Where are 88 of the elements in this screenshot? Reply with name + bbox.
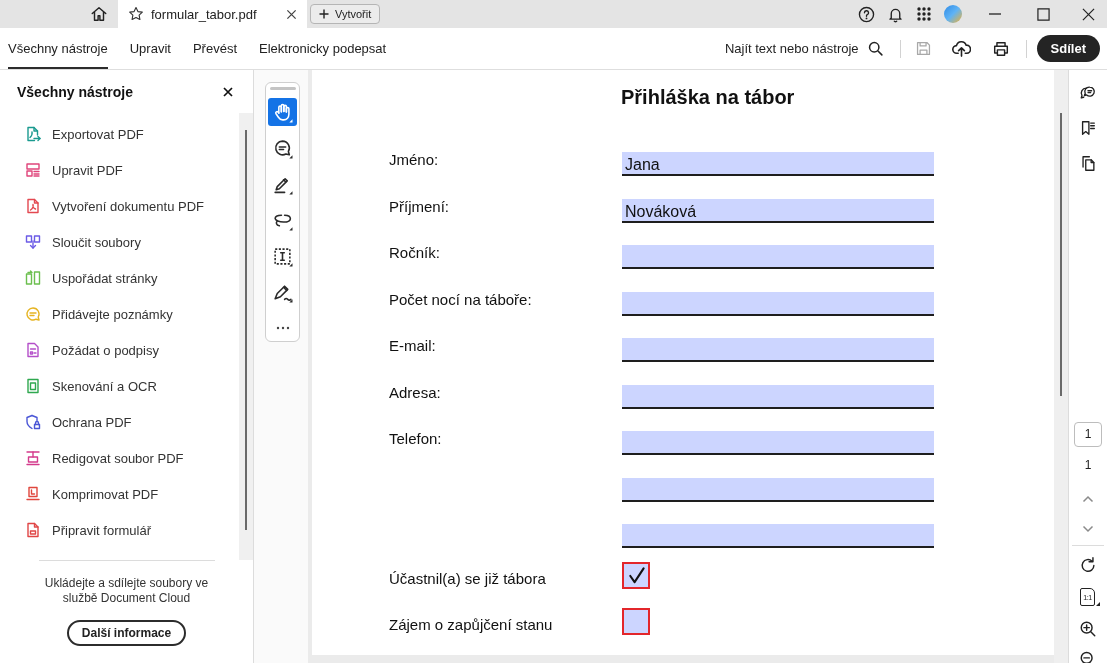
printer-icon[interactable] [991, 39, 1010, 58]
tool-list-item[interactable]: Uspořádat stránky [0, 260, 239, 296]
apps-grid-icon[interactable] [916, 6, 932, 22]
copy-pages-icon[interactable] [1079, 154, 1097, 172]
text-field[interactable] [622, 384, 934, 409]
pdf-file-icon [25, 198, 41, 214]
maximize-icon[interactable] [1036, 7, 1050, 21]
star-icon[interactable] [128, 6, 144, 22]
layout-icon [25, 162, 41, 178]
comment-icon [25, 306, 41, 322]
text-field[interactable]: Jana [622, 152, 934, 176]
drag-handle[interactable] [269, 87, 296, 90]
chevron-up-icon[interactable] [1082, 493, 1094, 505]
scan-icon [25, 378, 41, 394]
form-icon [25, 522, 41, 538]
tool-list-item[interactable]: Komprimovat PDF [0, 476, 239, 512]
search-icon [866, 40, 884, 57]
rotate-icon[interactable] [1079, 556, 1097, 574]
page-count: 1 [1084, 458, 1092, 472]
pages-icon [25, 270, 41, 286]
field-label: Příjmení: [389, 197, 449, 215]
text-field[interactable] [622, 477, 934, 502]
chevron-down-icon[interactable] [1082, 523, 1094, 535]
tool-list-item[interactable]: Přidávejte poznámky [0, 296, 239, 332]
page-number-field[interactable]: 1 [1074, 422, 1102, 447]
checkbox[interactable] [622, 561, 650, 589]
scrollbar[interactable] [1054, 70, 1068, 663]
hand-tool-button[interactable] [268, 98, 297, 126]
zoom-in-icon[interactable] [1079, 620, 1097, 638]
text-field[interactable] [622, 291, 934, 316]
merge-files-icon [25, 234, 41, 250]
field-label: Účastnil(a) se již tábora [389, 569, 546, 587]
promo-text: Ukládejte a sdílejte soubory ve službě Document Cloud [43, 576, 210, 606]
close-icon[interactable] [1081, 7, 1095, 21]
tool-list-item[interactable]: Ochrana PDF [0, 404, 239, 440]
text-field[interactable] [622, 524, 934, 548]
field-label: Zájem o zapůjčení stanu [389, 616, 553, 633]
bookmark-list-icon[interactable] [1079, 119, 1097, 137]
shield-lock-icon [25, 414, 41, 430]
compress-icon [25, 486, 41, 502]
tool-list-item[interactable]: Požádat o podpisy [0, 332, 239, 368]
form-title: Přihláška na tábor [621, 85, 795, 109]
close-icon[interactable] [286, 8, 297, 20]
redact-icon [25, 450, 41, 466]
more-icon[interactable] [275, 326, 290, 330]
text-field[interactable]: Nováková [622, 198, 934, 223]
close-icon[interactable] [223, 86, 233, 97]
text-select-icon [272, 245, 293, 267]
tool-list-item[interactable]: Exportovat PDF [0, 116, 239, 152]
field-label: Jméno: [389, 151, 439, 168]
learn-more-button[interactable]: Další informace [66, 620, 187, 646]
find-button[interactable]: Najít text nebo nástroje [724, 40, 884, 57]
field-label: E-mail: [389, 337, 436, 354]
tool-list-item[interactable]: Připravit formulář [0, 512, 239, 548]
comment-icon[interactable] [1079, 84, 1097, 102]
signature-request-icon [25, 342, 41, 358]
menu-tab[interactable]: Elektronicky podepsat [259, 28, 387, 69]
text-field[interactable] [622, 338, 934, 362]
text-field[interactable] [622, 245, 934, 269]
home-icon[interactable] [90, 5, 108, 23]
field-label: Počet nocí na táboře: [389, 290, 532, 308]
field-label: Ročník: [389, 244, 440, 261]
create-button[interactable]: Vytvořit [310, 4, 381, 24]
check-icon [626, 565, 646, 585]
help-icon[interactable] [858, 5, 875, 23]
tool-list-item[interactable]: Vytvoření dokumentu PDF [0, 188, 239, 224]
scrollbar-thumb[interactable] [1060, 113, 1062, 396]
tool-list-item[interactable]: Sloučit soubory [0, 224, 239, 260]
panel-title: Všechny nástroje [17, 83, 133, 100]
checkbox[interactable] [622, 608, 650, 635]
hand-icon [272, 101, 293, 123]
menu-tab[interactable]: Upravit [129, 28, 171, 69]
menu-tab[interactable]: Převést [192, 28, 237, 69]
file-export-icon [25, 126, 41, 142]
text-field[interactable] [622, 431, 934, 455]
tool-list-item[interactable]: Skenování a OCR [0, 368, 239, 404]
cloud-upload-icon[interactable] [951, 39, 971, 58]
share-button[interactable]: Sdílet [1036, 35, 1100, 62]
document-tab[interactable]: formular_tabor.pdf [118, 0, 307, 28]
comment-icon [272, 137, 293, 159]
field-label: Telefon: [389, 430, 442, 447]
field-label: Adresa: [389, 383, 441, 401]
plus-icon [319, 9, 329, 19]
caret-icon [1096, 602, 1100, 606]
tool-list-item[interactable]: Upravit PDF [0, 152, 239, 188]
scrollbar[interactable] [239, 113, 253, 560]
tool-list-item[interactable]: Redigovat soubor PDF [0, 440, 239, 476]
scrollbar-thumb[interactable] [245, 130, 247, 530]
